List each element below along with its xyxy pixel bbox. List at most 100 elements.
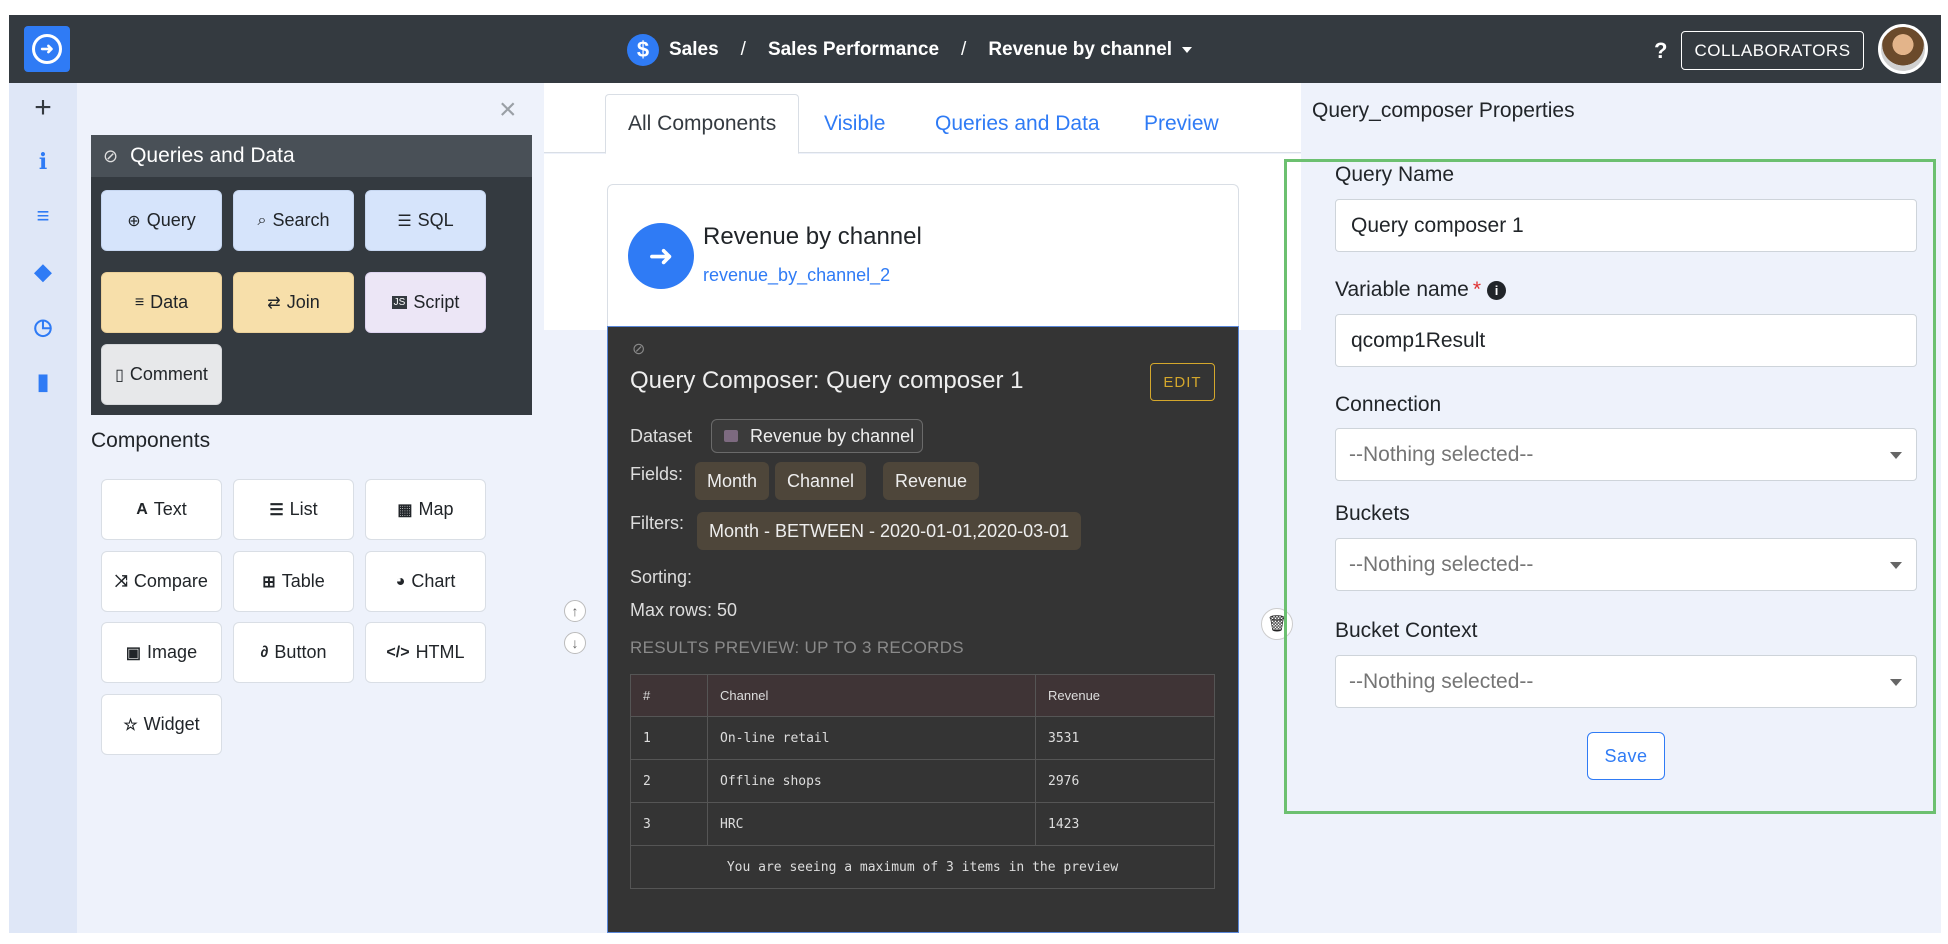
- revenue-card[interactable]: ➜ Revenue by channel revenue_by_channel_…: [607, 184, 1239, 332]
- app-logo[interactable]: ➜: [24, 26, 70, 72]
- tab-visible[interactable]: Visible: [824, 94, 885, 154]
- filters-label: Filters:: [630, 513, 684, 533]
- database-icon[interactable]: ≡: [9, 203, 77, 229]
- arrow-down-icon[interactable]: ↓: [564, 632, 586, 654]
- field-pill: Revenue: [883, 462, 980, 500]
- caret-down-icon[interactable]: [1182, 47, 1193, 53]
- table-cell: Offline shops: [707, 759, 1036, 803]
- compare-component-button[interactable]: ⤨ Compare: [101, 551, 222, 612]
- tab-preview[interactable]: Preview: [1144, 94, 1219, 154]
- widget-component-button[interactable]: ☆ Widget: [101, 694, 222, 755]
- map-label: Map: [418, 499, 454, 519]
- query-label: Query: [146, 210, 196, 230]
- tab-all-components[interactable]: All Components: [605, 94, 800, 154]
- fields-label: Fields:: [630, 464, 684, 484]
- star-icon: ☆: [123, 716, 138, 734]
- map-icon: ▦: [397, 501, 413, 519]
- search-button[interactable]: ⌕ Search: [233, 190, 354, 251]
- table-cell: 1423: [1035, 802, 1215, 846]
- close-icon[interactable]: ×: [499, 93, 517, 127]
- text-component-button[interactable]: A Text: [101, 479, 222, 540]
- eye-slash-icon[interactable]: ⊘: [632, 339, 645, 359]
- file-icon: ▯: [115, 366, 124, 384]
- breadcrumb-separator: /: [740, 39, 746, 60]
- sql-button[interactable]: ☰ SQL: [365, 190, 486, 251]
- database-icon: ≡: [134, 293, 145, 311]
- table-cell: On-line retail: [707, 716, 1036, 760]
- table-cell: 3531: [1035, 716, 1215, 760]
- table-row: 2 Offline shops 2976: [630, 759, 1215, 803]
- widget-label: Widget: [143, 714, 200, 734]
- image-icon: ▣: [125, 644, 142, 662]
- tab-queries-and-data[interactable]: Queries and Data: [935, 94, 1100, 154]
- button-component-button[interactable]: ∂ Button: [233, 622, 354, 683]
- table-cell: HRC: [707, 802, 1036, 846]
- query-button[interactable]: ⊕ Query: [101, 190, 222, 251]
- comment-button[interactable]: ▯ Comment: [101, 344, 222, 405]
- search-icon: ⌕: [257, 211, 267, 229]
- list-label: List: [289, 499, 318, 519]
- sorting-label: Sorting:: [630, 567, 693, 587]
- collaborators-button[interactable]: COLLABORATORS: [1681, 31, 1864, 70]
- tab-bar: All Components Visible Queries and Data …: [544, 83, 1301, 154]
- breadcrumb: $ Sales / Sales Performance / Revenue by…: [627, 34, 1193, 66]
- results-table: # Channel Revenue 1 On-line retail 3531 …: [630, 674, 1215, 889]
- image-component-button[interactable]: ▣ Image: [101, 622, 222, 683]
- script-button[interactable]: JS Script: [365, 272, 486, 333]
- card-title: Revenue by channel: [703, 223, 922, 250]
- table-icon: ⊞: [262, 573, 276, 591]
- arrow-up-icon[interactable]: ↑: [564, 600, 586, 622]
- link-icon: ∂: [260, 643, 269, 661]
- queries-and-data-box: ⊘ Queries and Data ⊕ Query ⌕ Search ☰ SQ…: [91, 135, 532, 415]
- table-component-button[interactable]: ⊞ Table: [233, 551, 354, 612]
- breadcrumb-separator: /: [961, 39, 967, 60]
- html-component-button[interactable]: </> HTML: [365, 622, 486, 683]
- breadcrumb-revenue-by-channel[interactable]: Revenue by channel: [988, 39, 1172, 61]
- map-component-button[interactable]: ▦ Map: [365, 479, 486, 540]
- pie-chart-icon: ◕: [395, 572, 406, 590]
- avatar[interactable]: [1878, 24, 1928, 74]
- list-icon: ☰: [269, 501, 284, 519]
- script-label: Script: [413, 292, 460, 312]
- properties-title: Query_composer Properties: [1312, 99, 1575, 122]
- dollar-icon: $: [627, 34, 659, 66]
- help-icon[interactable]: ?: [1654, 38, 1667, 64]
- query-composer-card[interactable]: ⊘ Query Composer: Query composer 1 EDIT …: [607, 326, 1239, 933]
- table-row: 3 HRC 1423: [630, 802, 1215, 846]
- clock-icon[interactable]: ◷: [9, 314, 77, 340]
- tags-icon[interactable]: ◆: [9, 259, 77, 285]
- breadcrumb-sales-performance[interactable]: Sales Performance: [768, 39, 939, 61]
- edit-button[interactable]: EDIT: [1150, 363, 1215, 401]
- results-preview-label: RESULTS PREVIEW: UP TO 3 RECORDS: [630, 638, 964, 657]
- breadcrumb-sales[interactable]: Sales: [669, 39, 719, 61]
- chart-component-button[interactable]: ◕ Chart: [365, 551, 486, 612]
- server-icon: ☰: [397, 212, 412, 230]
- table-cell: 2: [630, 759, 708, 803]
- info-icon[interactable]: i: [9, 149, 77, 175]
- max-rows-label: Max rows: 50: [630, 600, 738, 620]
- compare-label: Compare: [133, 571, 208, 591]
- image-label: Image: [147, 642, 198, 662]
- dataset-value: Revenue by channel: [750, 425, 915, 446]
- field-pill: Channel: [775, 462, 867, 500]
- join-button[interactable]: ⇄ Join: [233, 272, 354, 333]
- table-header: Channel: [707, 674, 1036, 717]
- data-label: Data: [150, 292, 189, 312]
- table-note: You are seeing a maximum of 3 items in t…: [630, 845, 1215, 889]
- table-header: #: [630, 674, 708, 717]
- table-cell: 1: [630, 716, 708, 760]
- eye-slash-icon[interactable]: ⊘: [103, 146, 118, 167]
- icon-rail: + i ≡ ◆ ◷ ▮: [9, 83, 77, 933]
- query-icon: ⊕: [127, 212, 141, 230]
- data-button[interactable]: ≡ Data: [101, 272, 222, 333]
- card-subtitle[interactable]: revenue_by_channel_2: [703, 265, 890, 286]
- join-label: Join: [286, 292, 320, 312]
- font-icon: A: [136, 500, 148, 518]
- plus-icon[interactable]: +: [9, 91, 77, 125]
- bolt-icon: ➜: [628, 223, 694, 289]
- components-title: Components: [91, 429, 211, 452]
- search-label: Search: [272, 210, 330, 230]
- list-component-button[interactable]: ☰ List: [233, 479, 354, 540]
- file-icon[interactable]: ▮: [9, 369, 77, 395]
- field-pill: Month: [695, 462, 770, 500]
